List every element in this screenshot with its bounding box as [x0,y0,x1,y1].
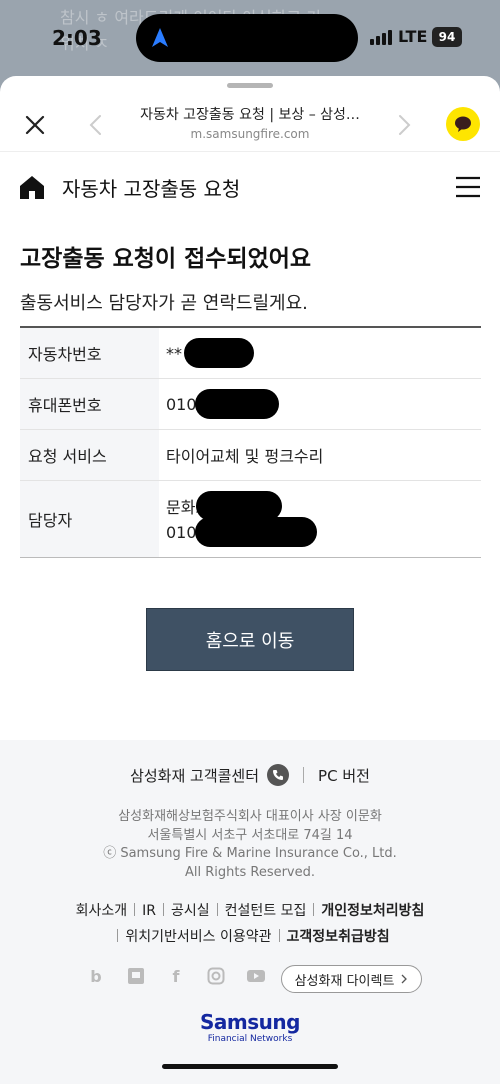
company-line: All Rights Reserved. [184,864,316,880]
row-label: 휴대폰번호 [20,379,159,429]
footer-link-ir[interactable]: IR [142,903,156,919]
table-row: 요청 서비스 타이어교체 및 펑크수리 [20,430,481,481]
social-links: b f [86,966,266,986]
logo-text: Samsung [200,1010,300,1034]
company-info: 삼성화재해상보험주식회사 대표이사 사장 이문화 서울특별시 서초구 서초대로 … [0,808,500,882]
kakaotalk-icon[interactable] [446,107,480,141]
signal-icon [370,30,392,45]
call-center-link[interactable]: 삼성화재 고객콜센터 [130,765,259,786]
close-icon[interactable] [22,112,48,138]
home-indicator[interactable] [162,1064,338,1069]
chevron-left-icon[interactable] [86,112,106,138]
table-row: 담당자 문화로 010 [20,481,481,557]
browser-toolbar: 자동차 고장출동 요청 | 보상 – 삼성… m.samsungfire.com [0,76,500,152]
confirmation-subtitle: 출동서비스 담당자가 곧 연락드릴게요. [20,293,308,314]
footer-links: 회사소개 IR 공시실 컨설턴트 모집 개인정보처리방침 [0,900,500,920]
pc-version-link[interactable]: PC 버전 [318,765,370,786]
instagram-icon[interactable] [206,966,226,986]
logo-subtext: Financial Networks [207,1034,293,1044]
company-line: ⓒ Samsung Fire & Marine Insurance Co., L… [103,846,397,861]
location-arrow-icon [152,28,168,47]
footer-link-location-terms[interactable]: 위치기반서비스 이용약관 [125,926,271,946]
row-label: 자동차번호 [20,328,159,378]
youtube-icon[interactable] [246,966,266,986]
phone-number-value: 010 [166,394,197,414]
samsung-logo: Samsung Financial Networks [0,1010,500,1044]
home-icon[interactable] [18,173,46,201]
page-title: 자동차 고장출동 요청 | 보상 – 삼성… [140,107,360,123]
service-value: 타이어교체 및 펑크수리 [166,447,324,466]
status-bar: 2:03 LTE 94 [0,0,500,76]
divider [303,767,305,783]
header-title: 자동차 고장출동 요청 [62,177,241,201]
go-home-button[interactable]: 홈으로 이동 [146,608,354,671]
footer-link-customer-info[interactable]: 고객정보취급방침 [287,926,390,946]
footer: 삼성화재 고객콜센터 PC 버전 삼성화재해상보험주식회사 대표이사 사장 이문… [0,740,500,1084]
company-line: 서울특별시 서초구 서초대로 74길 14 [147,827,353,843]
footer-link-privacy[interactable]: 개인정보처리방침 [321,900,424,920]
footer-links: 위치기반서비스 이용약관 고객정보취급방침 [0,926,500,946]
chevron-right-icon [401,974,408,984]
agent-phone-value: 010 [166,522,197,542]
hamburger-menu-icon[interactable] [454,175,482,199]
confirmation-title: 고장출동 요청이 접수되었어요 [20,246,312,272]
status-time: 2:03 [52,26,102,50]
request-info-table: 자동차번호 ** 휴대폰번호 010 요청 서비스 타이어교체 및 펑크수리 담 [20,326,481,558]
table-row: 자동차번호 ** [20,328,481,379]
samsung-direct-label: 삼성화재 다이렉트 [294,973,395,989]
browser-sheet: 자동차 고장출동 요청 | 보상 – 삼성… m.samsungfire.com… [0,76,500,1084]
footer-link-recruit[interactable]: 컨설턴트 모집 [225,900,307,920]
facebook-icon[interactable]: f [166,966,186,986]
footer-link-about[interactable]: 회사소개 [76,900,128,920]
phone-icon[interactable] [267,764,290,786]
table-row: 휴대폰번호 010 [20,379,481,430]
network-type: LTE [398,27,428,46]
redacted-block [184,338,254,368]
samsung-direct-button[interactable]: 삼성화재 다이렉트 [281,965,422,993]
page-url: m.samsungfire.com [190,127,310,141]
redacted-block [194,389,279,419]
post-icon[interactable] [126,966,146,986]
chevron-right-icon[interactable] [394,112,414,138]
row-label: 요청 서비스 [20,430,159,480]
battery-icon: 94 [432,27,462,47]
car-number-value: ** [166,343,182,363]
row-label: 담당자 [20,481,159,557]
redacted-block [194,517,317,547]
company-line: 삼성화재해상보험주식회사 대표이사 사장 이문화 [118,809,382,824]
footer-link-disclosure[interactable]: 공시실 [171,900,210,920]
blog-icon[interactable]: b [86,966,106,986]
